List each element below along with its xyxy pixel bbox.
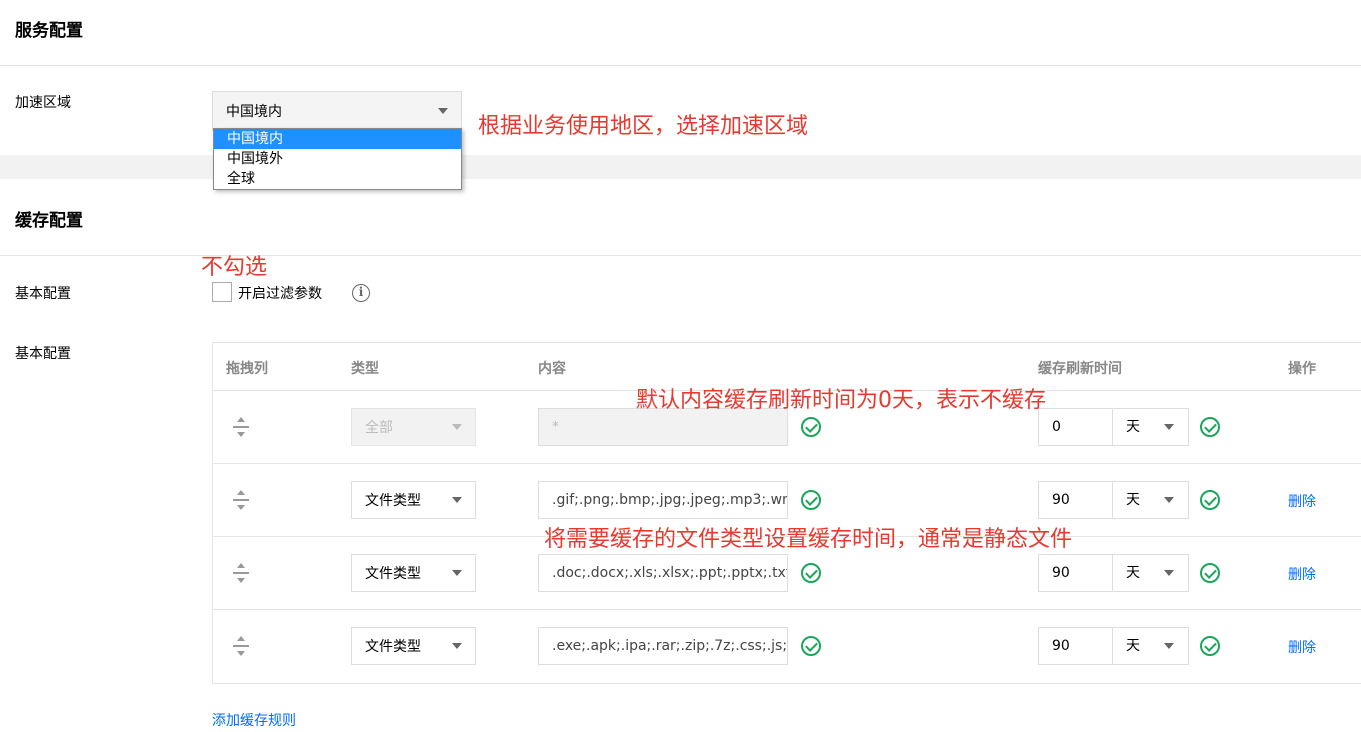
refresh-time-input[interactable]: 90	[1038, 481, 1113, 519]
chevron-down-icon	[452, 497, 462, 503]
chevron-down-icon	[1164, 424, 1174, 430]
time-unit-select[interactable]: 天	[1113, 408, 1189, 446]
time-unit-select[interactable]: 天	[1113, 627, 1189, 665]
refresh-time-input[interactable]: 0	[1038, 408, 1113, 446]
content-input[interactable]: .doc;.docx;.xls;.xlsx;.ppt;.pptx;.txt;	[538, 554, 788, 592]
type-select[interactable]: 文件类型	[351, 627, 476, 665]
region-select-value: 中国境内	[226, 104, 282, 120]
drag-handle-icon[interactable]	[231, 490, 251, 510]
annotation-region: 根据业务使用地区，选择加速区域	[478, 114, 809, 139]
time-unit-value: 天	[1126, 419, 1140, 435]
check-circle-icon	[1200, 563, 1220, 583]
col-header-content: 内容	[538, 361, 566, 377]
chevron-down-icon	[1164, 570, 1174, 576]
region-label: 加速区域	[15, 95, 71, 111]
region-select[interactable]: 中国境内	[212, 91, 462, 131]
drag-handle-icon[interactable]	[231, 417, 251, 437]
chevron-down-icon	[452, 570, 462, 576]
section-separator	[0, 155, 1361, 179]
region-option-domestic[interactable]: 中国境内	[214, 129, 461, 149]
check-circle-icon	[801, 417, 821, 437]
delete-link[interactable]: 删除	[1288, 637, 1316, 657]
region-dropdown-list[interactable]: 中国境内 中国境外 全球	[213, 128, 462, 190]
type-select[interactable]: 文件类型	[351, 481, 476, 519]
col-header-action: 操作	[1288, 361, 1316, 377]
col-header-refresh-time: 缓存刷新时间	[1038, 361, 1122, 377]
type-select-value: 文件类型	[365, 639, 421, 655]
chevron-down-icon	[1164, 643, 1174, 649]
filter-param-label: 开启过滤参数	[238, 286, 322, 302]
region-option-global[interactable]: 全球	[214, 169, 461, 189]
check-circle-icon	[1200, 417, 1220, 437]
annotation-uncheck: 不勾选	[201, 255, 268, 280]
annotation-filetype: 将需要缓存的文件类型设置缓存时间，通常是静态文件	[544, 527, 1073, 552]
type-select-value: 文件类型	[365, 493, 421, 509]
content-input[interactable]: .gif;.png;.bmp;.jpg;.jpeg;.mp3;.wma	[538, 481, 788, 519]
basic-config-label: 基本配置	[15, 286, 71, 302]
delete-link[interactable]: 删除	[1288, 564, 1316, 584]
delete-link[interactable]: 删除	[1288, 491, 1316, 511]
filter-param-checkbox[interactable]	[212, 282, 232, 302]
chevron-down-icon	[452, 643, 462, 649]
time-unit-value: 天	[1126, 492, 1140, 508]
type-select-value: 全部	[365, 420, 393, 436]
annotation-default: 默认内容缓存刷新时间为0天，表示不缓存	[636, 388, 1046, 413]
divider	[0, 65, 1361, 66]
time-unit-value: 天	[1126, 638, 1140, 654]
refresh-time-input[interactable]: 90	[1038, 554, 1113, 592]
region-option-overseas[interactable]: 中国境外	[214, 149, 461, 169]
type-select-value: 文件类型	[365, 566, 421, 582]
type-select[interactable]: 文件类型	[351, 554, 476, 592]
check-circle-icon	[801, 563, 821, 583]
content-input[interactable]: .exe;.apk;.ipa;.rar;.zip;.7z;.css;.js;	[538, 627, 788, 665]
chevron-down-icon	[1164, 497, 1174, 503]
drag-handle-icon[interactable]	[231, 636, 251, 656]
chevron-down-icon	[438, 108, 448, 114]
time-unit-select[interactable]: 天	[1113, 481, 1189, 519]
row-divider	[213, 463, 1361, 464]
refresh-time-input[interactable]: 90	[1038, 627, 1113, 665]
basic-config-label-2: 基本配置	[15, 346, 71, 362]
col-header-type: 类型	[351, 361, 379, 377]
cache-config-title: 缓存配置	[15, 211, 83, 231]
service-config-title: 服务配置	[15, 21, 83, 41]
time-unit-value: 天	[1126, 565, 1140, 581]
row-divider	[213, 609, 1361, 610]
chevron-down-icon	[452, 424, 462, 430]
time-unit-select[interactable]: 天	[1113, 554, 1189, 592]
check-circle-icon	[1200, 636, 1220, 656]
type-select: 全部	[351, 408, 476, 446]
info-icon[interactable]: i	[352, 284, 370, 302]
check-circle-icon	[1200, 490, 1220, 510]
drag-handle-icon[interactable]	[231, 563, 251, 583]
add-cache-rule-link[interactable]: 添加缓存规则	[212, 710, 296, 730]
check-circle-icon	[801, 490, 821, 510]
check-circle-icon	[801, 636, 821, 656]
col-header-drag: 拖拽列	[226, 361, 268, 377]
